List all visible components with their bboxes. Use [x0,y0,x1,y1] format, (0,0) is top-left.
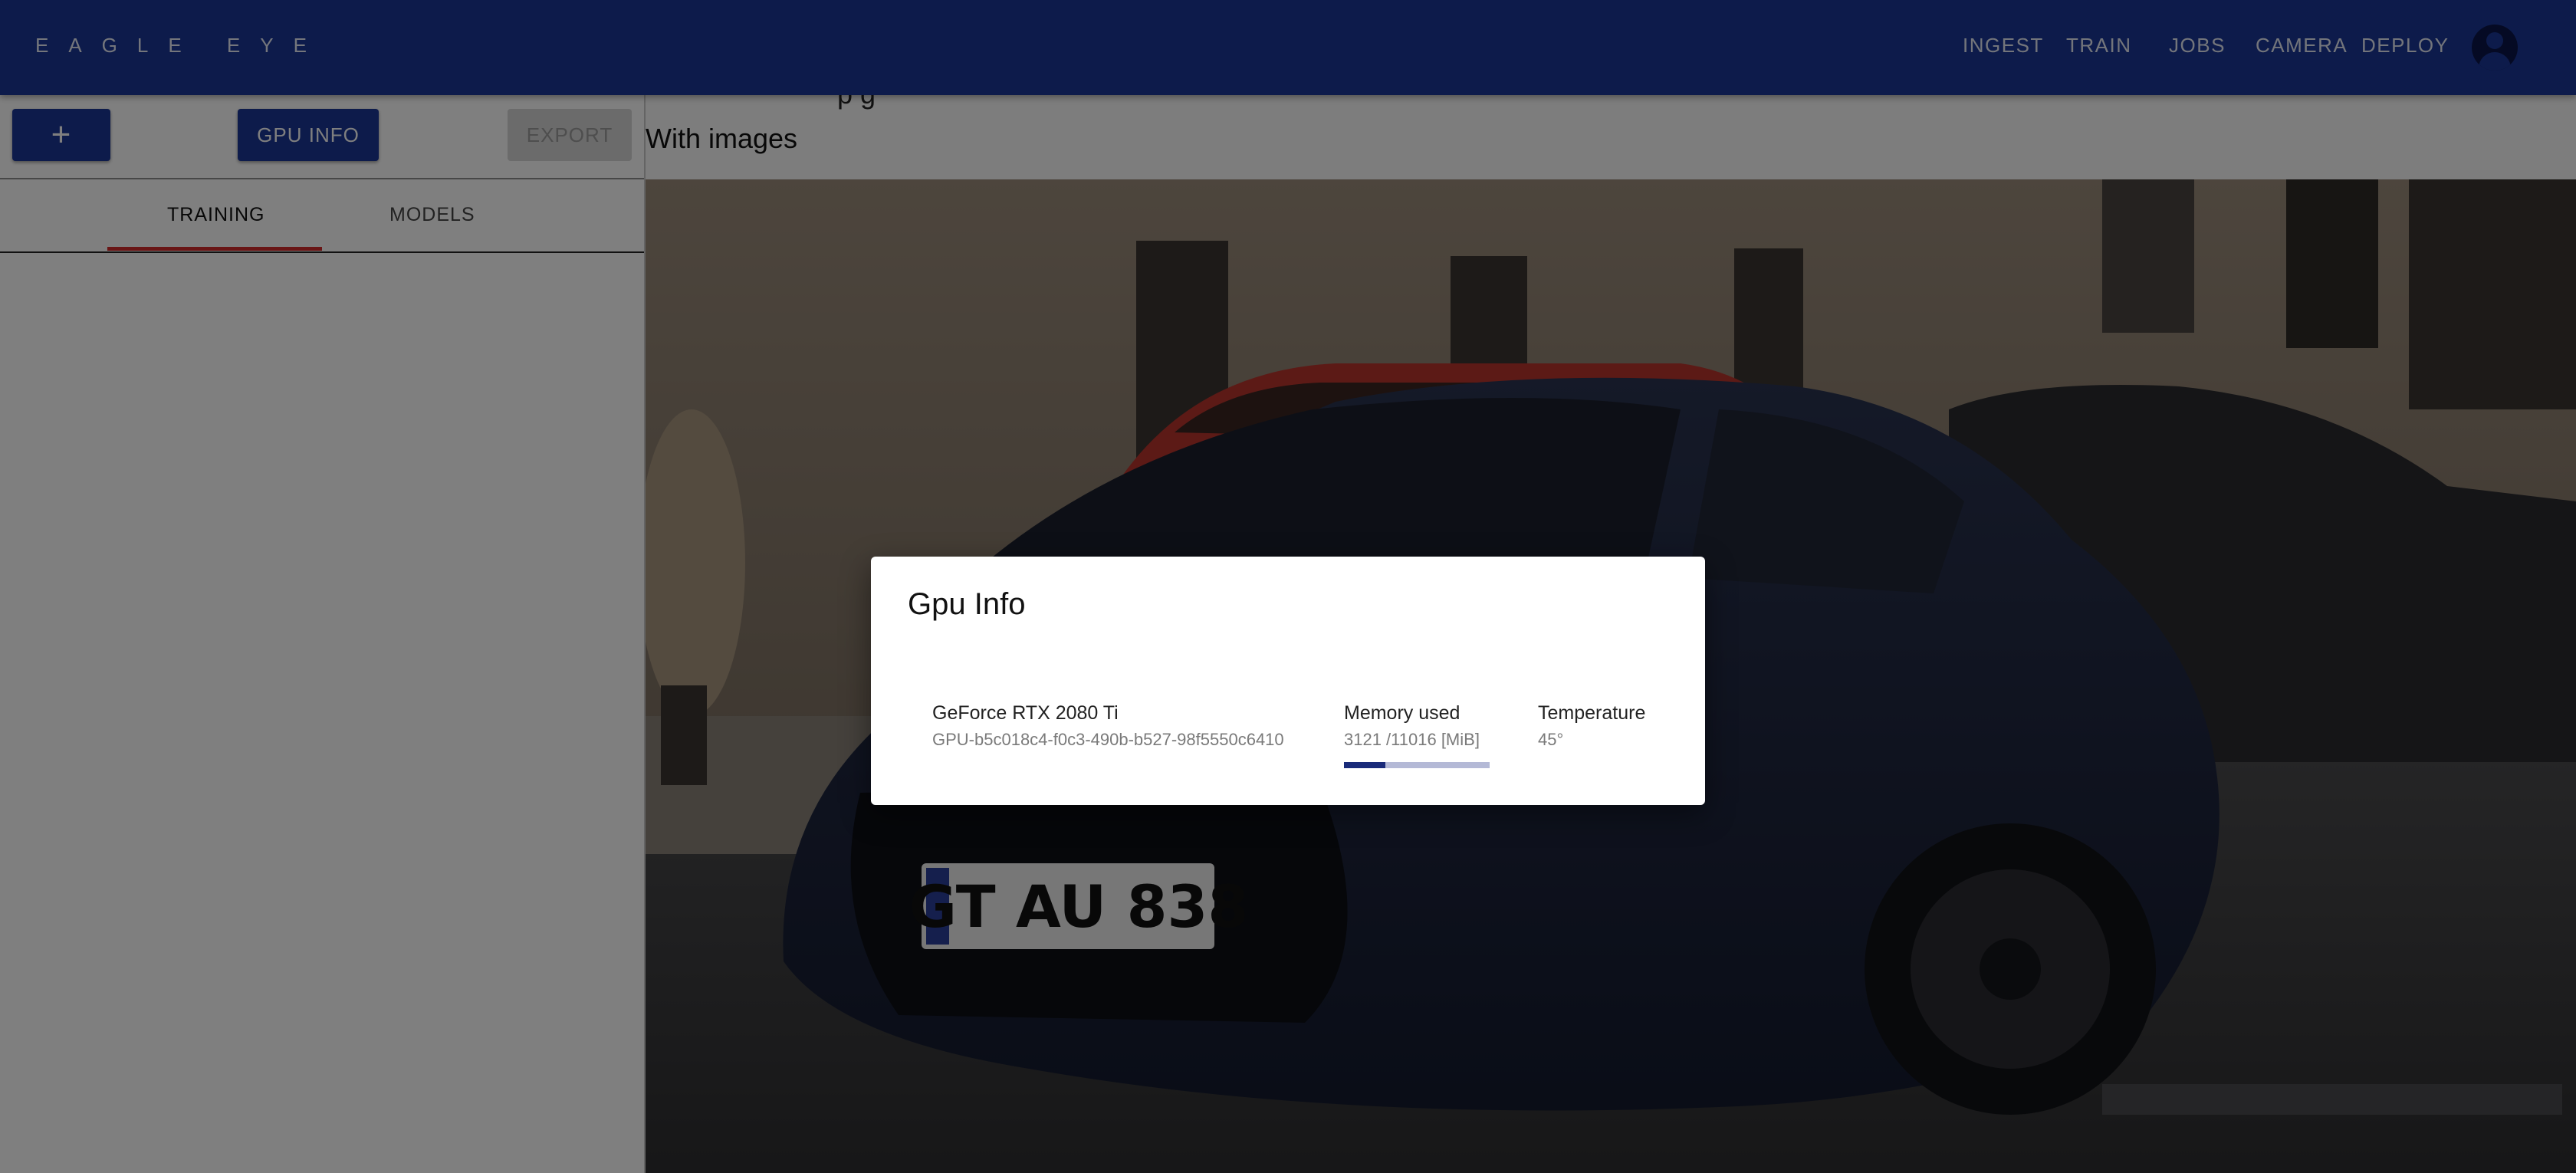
temperature-value: 45° [1538,730,1564,749]
dialog-title: Gpu Info [908,587,1026,621]
memory-label: Memory used [1344,702,1460,724]
memory-progress-fill [1344,762,1385,768]
gpu-name: GeForce RTX 2080 Ti [932,702,1119,724]
memory-value: 3121 /11016 [MiB] [1344,730,1480,749]
gpu-uuid: GPU-b5c018c4-f0c3-490b-b527-98f5550c6410 [932,730,1284,749]
memory-progress-bar [1344,762,1490,768]
temperature-label: Temperature [1538,702,1646,724]
gpu-info-dialog: Gpu Info GeForce RTX 2080 Ti GPU-b5c018c… [871,557,1705,805]
